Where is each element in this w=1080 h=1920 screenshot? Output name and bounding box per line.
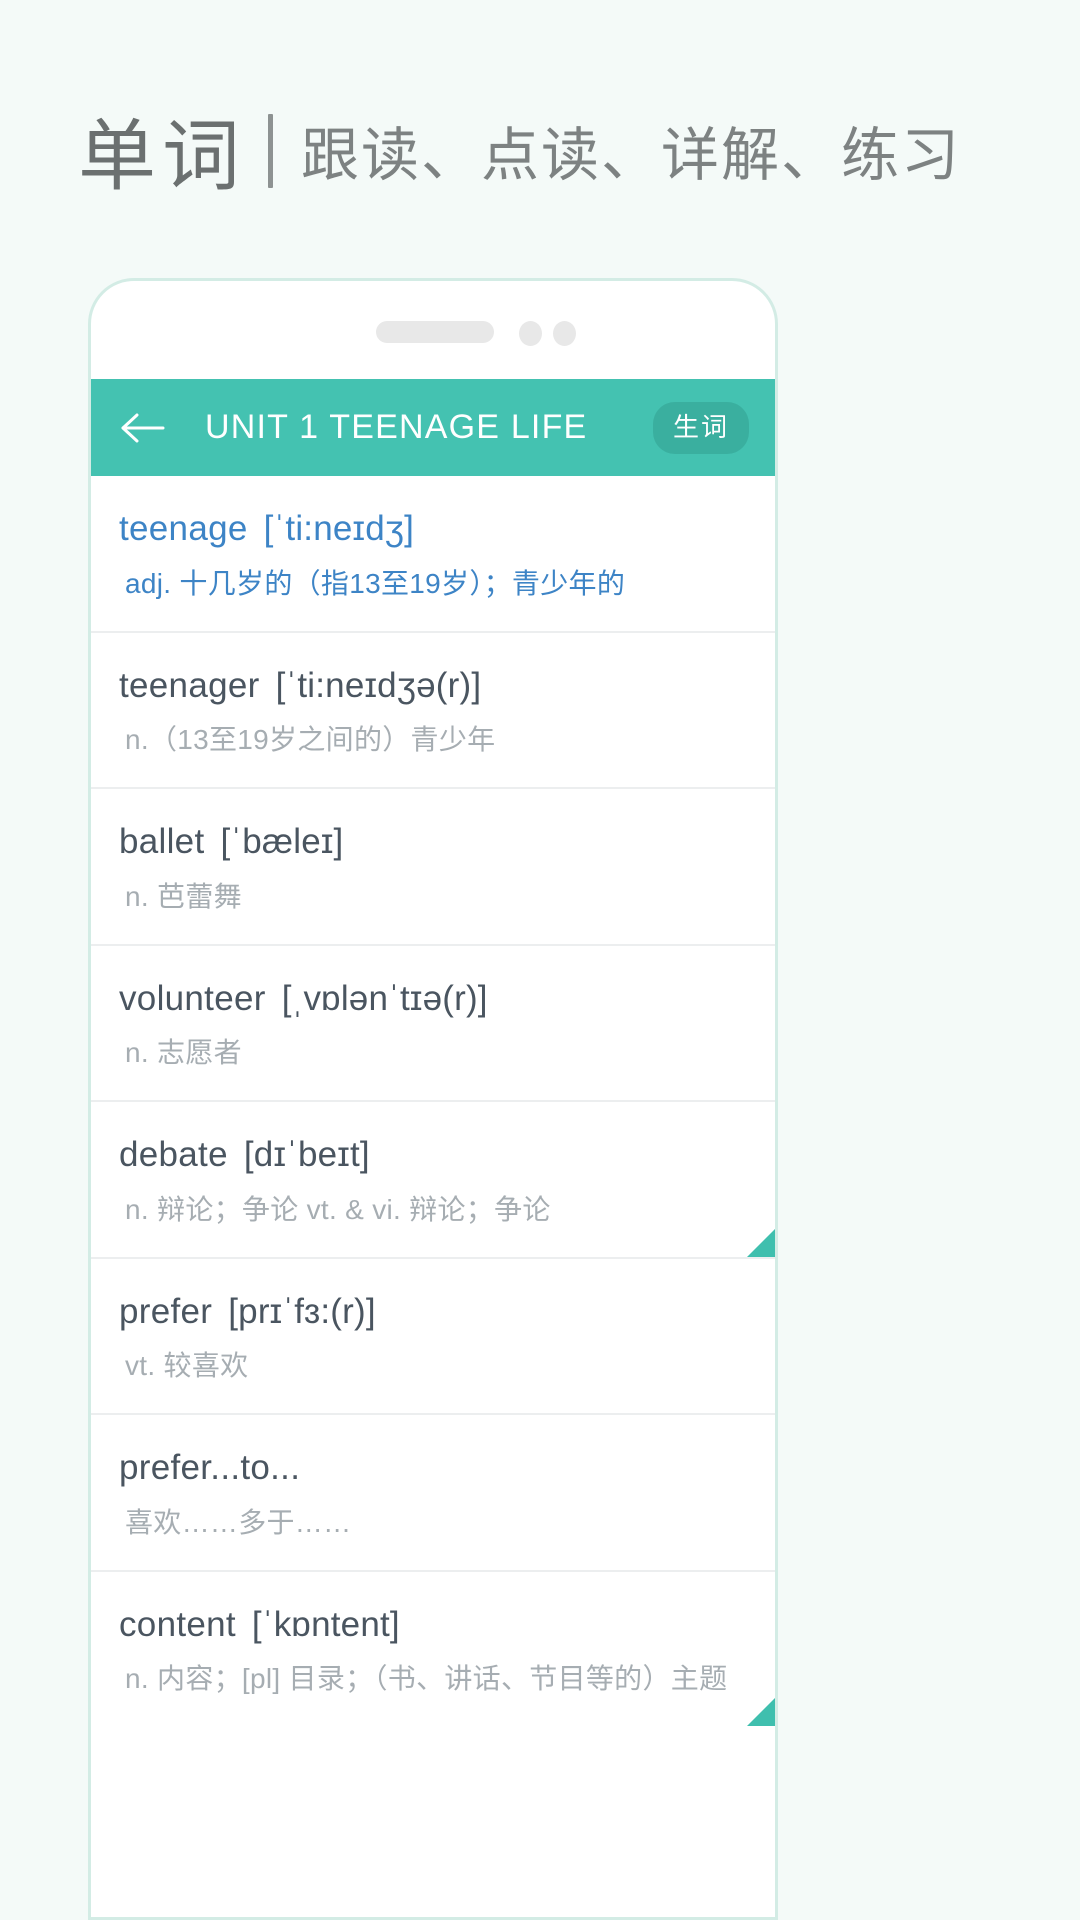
word-definition: n.（13至19岁之间的）青少年 (125, 724, 496, 755)
word-term: debate (119, 1135, 228, 1174)
word-headword-row: ballet [ˈbæleɪ] (119, 822, 747, 862)
app-bar: UNIT 1 TEENAGE LIFE 生词 (91, 379, 775, 476)
speaker-bar-icon (376, 321, 494, 343)
camera-dot-icon (519, 321, 542, 346)
word-headword-row: prefer...to... (119, 1448, 747, 1488)
word-headword-row: prefer [prɪˈfɜ:(r)] (119, 1291, 747, 1332)
word-list-item[interactable]: teenage [ˈti:neɪdʒ] adj. 十几岁的（指13至19岁）；青少… (91, 476, 775, 631)
word-list-item[interactable]: prefer...to... 喜欢……多于…… (91, 1413, 775, 1570)
word-definition: 喜欢……多于…… (125, 1506, 352, 1538)
word-term: ballet (119, 822, 205, 861)
word-definition: vt. 较喜欢 (125, 1350, 249, 1381)
word-phonetic: [dɪˈbeɪt] (243, 1135, 370, 1174)
corner-flag-icon (747, 1228, 775, 1257)
word-list: teenage [ˈti:neɪdʒ] adj. 十几岁的（指13至19岁）；青少… (91, 476, 775, 1726)
word-headword-row: teenage [ˈti:neɪdʒ] (119, 509, 747, 549)
word-term: teenager (119, 665, 260, 705)
title-divider (268, 114, 274, 188)
word-term: volunteer (119, 978, 266, 1018)
word-phonetic: [ˈbæleɪ] (220, 822, 344, 861)
new-words-badge[interactable]: 生词 (652, 401, 749, 454)
arrow-left-icon[interactable] (121, 405, 167, 451)
word-definition: adj. 十几岁的（指13至19岁）；青少年的 (125, 567, 626, 599)
word-term: teenage (119, 509, 248, 548)
word-headword-row: content [ˈkɒntent] (119, 1604, 747, 1645)
word-phonetic: [ˌvɒlənˈtɪə(r)] (281, 978, 488, 1018)
word-list-item[interactable]: volunteer [ˌvɒlənˈtɪə(r)] n. 志愿者 (91, 943, 775, 1101)
word-list-item[interactable]: ballet [ˈbæleɪ] n. 芭蕾舞 (91, 787, 775, 944)
word-phonetic: [ˈkɒntent] (251, 1604, 400, 1644)
corner-flag-icon (747, 1698, 775, 1726)
word-phonetic: [ˈti:neɪdʒ] (263, 509, 415, 548)
page-heading: 单词 跟读、点读、详解、练习 (78, 108, 961, 204)
page-title: 单词 (78, 112, 247, 200)
word-list-item[interactable]: teenager [ˈti:neɪdʒə(r)] n.（13至19岁之间的）青少年 (91, 630, 775, 788)
word-phonetic: [ˈti:neɪdʒə(r)] (275, 665, 482, 705)
sensor-dot-icon (553, 321, 576, 346)
app-bar-title: UNIT 1 TEENAGE LIFE (205, 408, 588, 446)
word-definition: n. 芭蕾舞 (125, 880, 242, 912)
word-definition: n. 志愿者 (125, 1037, 242, 1068)
word-headword-row: debate [dɪˈbeɪt] (119, 1135, 747, 1175)
word-term: prefer (119, 1291, 213, 1331)
word-list-item[interactable]: prefer [prɪˈfɜ:(r)] vt. 较喜欢 (91, 1256, 775, 1414)
page-subtitle: 跟读、点读、详解、练习 (301, 123, 962, 188)
word-phonetic: [prɪˈfɜ:(r)] (228, 1291, 376, 1331)
word-headword-row: teenager [ˈti:neɪdʒə(r)] (119, 665, 747, 706)
word-definition: n. 辩论；争论 vt. & vi. 辩论；争论 (125, 1193, 551, 1225)
word-definition: n. 内容；[pl] 目录；（书、讲话、节目等的）主题 (125, 1663, 728, 1694)
word-headword-row: volunteer [ˌvɒlənˈtɪə(r)] (119, 978, 747, 1019)
word-term: content (119, 1604, 236, 1644)
word-term: prefer...to... (119, 1448, 301, 1487)
word-list-item[interactable]: debate [dɪˈbeɪt] n. 辩论；争论 vt. & vi. 辩论；争论 (91, 1100, 775, 1257)
phone-mockup: UNIT 1 TEENAGE LIFE 生词 teenage [ˈti:neɪdʒ… (88, 278, 778, 1920)
word-list-item[interactable]: content [ˈkɒntent] n. 内容；[pl] 目录；（书、讲话、节目… (91, 1569, 775, 1726)
phone-notch (91, 281, 775, 379)
